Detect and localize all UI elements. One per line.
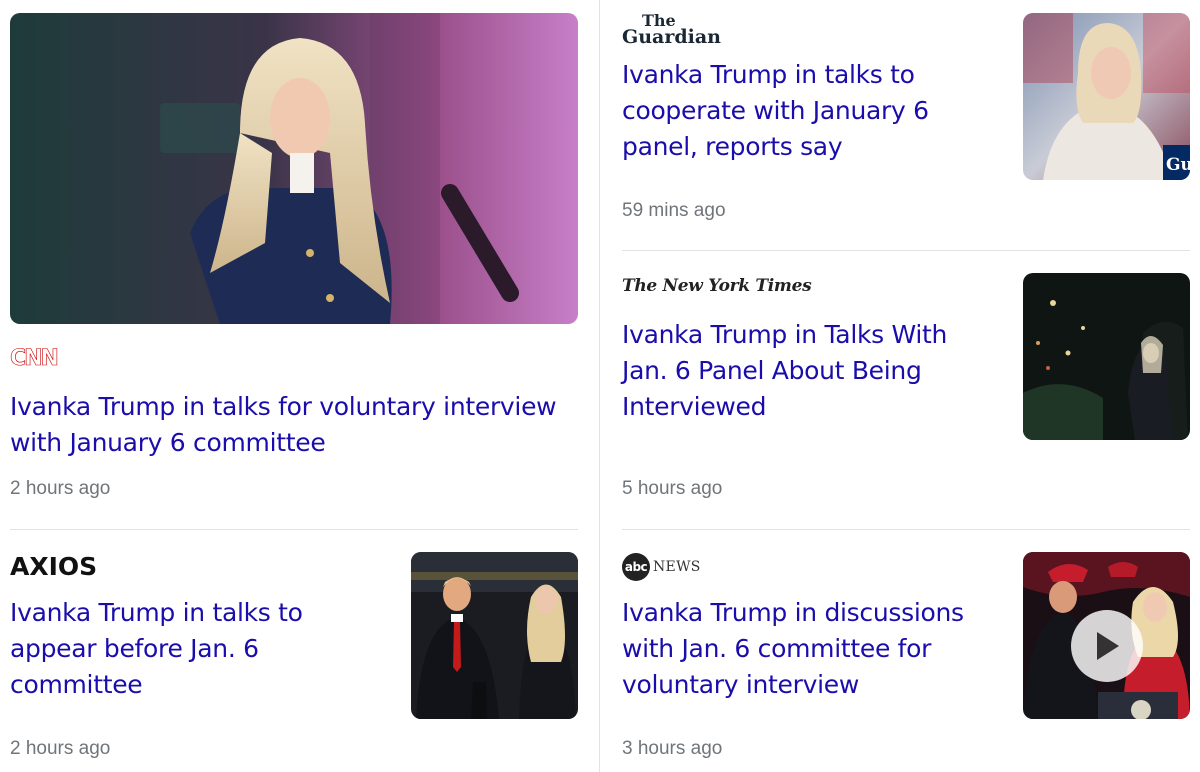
guardian-headline[interactable]: Ivanka Trump in talks to cooperate with … xyxy=(622,57,992,165)
abc-logo-word: NEWS xyxy=(653,559,701,575)
cnn-article-image[interactable] xyxy=(10,13,578,324)
abc-video-thumbnail[interactable] xyxy=(1023,552,1190,719)
play-button[interactable] xyxy=(1071,610,1143,682)
guardian-thumb-watermark: Gu xyxy=(1166,155,1190,175)
axios-headline[interactable]: Ivanka Trump in talks to appear before J… xyxy=(10,595,390,703)
news-card-axios[interactable]: AXIOS Ivanka Trump in talks to appear be… xyxy=(0,531,599,772)
abc-news-logo: abc NEWS xyxy=(622,553,701,581)
abc-timestamp: 3 hours ago xyxy=(622,738,723,759)
axios-timestamp: 2 hours ago xyxy=(10,738,111,759)
news-card-cnn[interactable]: CNN Ivanka Trump in talks for voluntary … xyxy=(0,0,599,530)
cnn-logo: CNN xyxy=(10,346,60,372)
axios-logo: AXIOS xyxy=(10,552,98,581)
abc-headline[interactable]: Ivanka Trump in discussions with Jan. 6 … xyxy=(622,595,1002,703)
news-card-nyt[interactable]: The New York Times Ivanka Trump in Talks… xyxy=(600,252,1200,529)
guardian-article-image[interactable]: Gu xyxy=(1023,13,1190,180)
axios-article-image[interactable] xyxy=(411,552,578,719)
guardian-logo-line2: Guardian xyxy=(622,26,721,48)
row-divider-right-2 xyxy=(622,529,1190,530)
nyt-timestamp: 5 hours ago xyxy=(622,478,723,499)
news-card-abc[interactable]: abc NEWS Ivanka Trump in discussions wit… xyxy=(600,531,1200,772)
nyt-logo: The New York Times xyxy=(622,276,812,296)
play-icon xyxy=(1097,632,1119,660)
nyt-article-image[interactable] xyxy=(1023,273,1190,440)
row-divider-left xyxy=(10,529,578,530)
news-card-guardian[interactable]: The Guardian Ivanka Trump in talks to co… xyxy=(600,0,1200,251)
guardian-timestamp: 59 mins ago xyxy=(622,200,726,221)
cnn-headline[interactable]: Ivanka Trump in talks for voluntary inte… xyxy=(10,389,590,461)
abc-logo-mark: abc xyxy=(622,553,650,581)
row-divider-right-1 xyxy=(622,250,1190,251)
nyt-headline[interactable]: Ivanka Trump in Talks With Jan. 6 Panel … xyxy=(622,317,992,425)
guardian-logo: The Guardian xyxy=(622,13,721,48)
cnn-timestamp: 2 hours ago xyxy=(10,478,111,499)
